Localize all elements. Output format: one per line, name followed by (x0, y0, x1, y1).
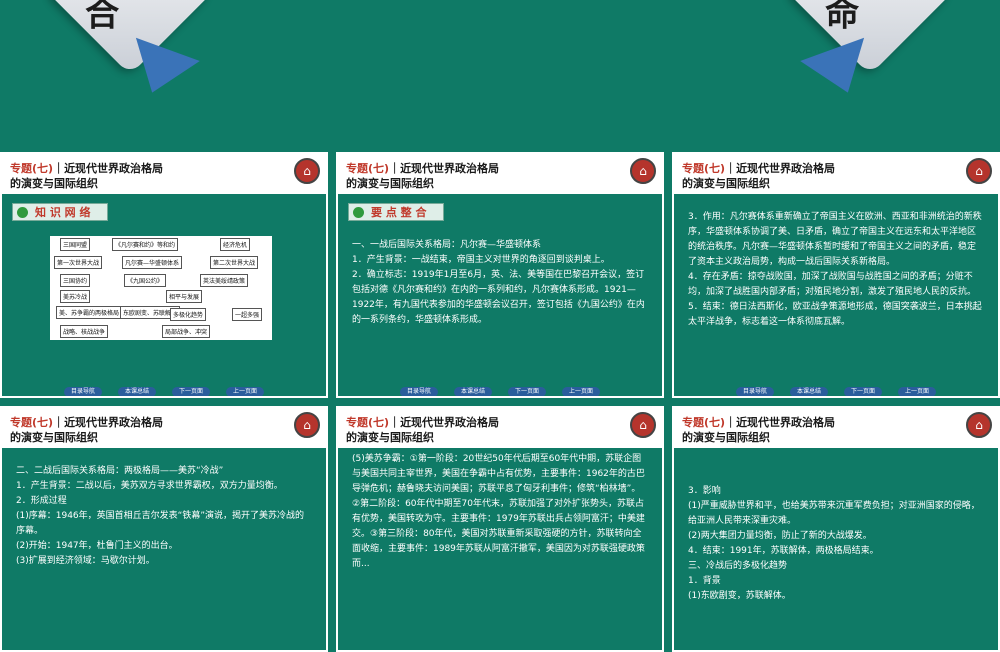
diagram-box: 凡尔赛—华盛顿体系 (122, 256, 183, 269)
left-arrow-icon (120, 37, 200, 105)
nav-button[interactable]: 下一页面 (508, 387, 546, 396)
paragraph: 3．作用：凡尔赛体系重新确立了帝国主义在欧洲、西亚和非洲统治的新秩序，华盛顿体系… (688, 212, 982, 267)
slide-body: 3．影响 (1)严重威胁世界和平，也给美苏带来沉重军费负担；对亚洲国家的侵略，给… (688, 484, 984, 604)
nav-button[interactable]: 目录导航 (64, 387, 102, 396)
slide-body: (5)美苏争霸：①第一阶段：20世纪50年代后期至60年代中期，苏联企图与美国共… (352, 452, 648, 572)
slide-header: 专题(七)｜近现代世界政治格局 的演变与国际组织 ⌂ (2, 154, 326, 194)
paragraph: 5．结束：德日法西斯化，欧亚战争策源地形成，德国突袭波兰，日本挑起太平洋战争，标… (688, 302, 982, 327)
slide-header: 专题(七)｜近现代世界政治格局 的演变与国际组织 ⌂ (338, 154, 662, 194)
slide-6[interactable]: 专题(七)｜近现代世界政治格局 的演变与国际组织 ⌂ 3．影响 (1)严重威胁世… (672, 406, 1000, 652)
slide-title: 专题(七)｜近现代世界政治格局 (346, 162, 500, 175)
diagram-box: 相平与发展 (166, 290, 203, 303)
diagram-box: 三国协约 (60, 274, 91, 287)
slide-subtitle: 的演变与国际组织 (346, 177, 434, 190)
slide-2[interactable]: 专题(七)｜近现代世界政治格局 的演变与国际组织 ⌂ 要 点 整 合 一、一战后… (336, 152, 664, 398)
nav-button[interactable]: 本课总结 (790, 387, 828, 396)
diagram-box: 《凡尔赛和约》等和约 (112, 238, 179, 251)
diagram-box: 局部战争、冲突 (162, 325, 211, 338)
diagram-box: 经济危机 (220, 238, 251, 251)
nav-button[interactable]: 上一页面 (562, 387, 600, 396)
nav-button[interactable]: 上一页面 (898, 387, 936, 396)
home-icon[interactable]: ⌂ (630, 158, 656, 184)
paragraph: 2．确立标志：1919年1月至6月，英、法、美等国在巴黎召开会议，签订包括对德《… (352, 270, 645, 325)
paragraph: (2)开始：1947年，杜鲁门主义的出台。 (16, 541, 178, 551)
paragraph: 一、一战后国际关系格局：凡尔赛—华盛顿体系 (352, 240, 542, 250)
paragraph: (1)序幕：1946年，英国首相丘吉尔发表“铁幕”演说，揭开了美苏冷战的序幕。 (16, 511, 304, 536)
slide-nav: 目录导航 本课总结 下一页面 上一页面 (674, 378, 998, 396)
diagram-box: 英法美绥靖政策 (200, 274, 249, 287)
bullet-dot-icon (17, 207, 28, 218)
left-cube-glyph: 合 (85, 0, 120, 35)
paragraph: 1．产生背景：二战以后，美苏双方寻求世界霸权，双方力量均衡。 (16, 481, 283, 491)
slide-subtitle: 的演变与国际组织 (346, 431, 434, 444)
knowledge-diagram: 三国同盟 《凡尔赛和约》等和约 经济危机 第一次世界大战 凡尔赛—华盛顿体系 第… (50, 236, 272, 340)
slide-header: 专题(七)｜近现代世界政治格局 的演变与国际组织 ⌂ (674, 154, 998, 194)
slide-nav: 目录导航 本课总结 下一页面 上一页面 (338, 378, 662, 396)
paragraph: 二、二战后国际关系格局：两极格局——美苏“冷战” (16, 466, 224, 476)
slide-1[interactable]: 专题(七)｜近现代世界政治格局 的演变与国际组织 ⌂ 知 识 网 络 三国同盟 … (0, 152, 328, 398)
top-banner: 合 命 (0, 0, 1000, 152)
slide-title: 专题(七)｜近现代世界政治格局 (10, 162, 164, 175)
slide-5[interactable]: 专题(七)｜近现代世界政治格局 的演变与国际组织 ⌂ (5)美苏争霸：①第一阶段… (336, 406, 664, 652)
paragraph: (1)严重威胁世界和平，也给美苏带来沉重军费负担；对亚洲国家的侵略，给亚洲人民带… (688, 501, 980, 526)
diagram-box: 三国同盟 (60, 238, 91, 251)
home-icon[interactable]: ⌂ (630, 412, 656, 438)
section-tag: 知 识 网 络 (12, 203, 108, 221)
slide-header: 专题(七)｜近现代世界政治格局 的演变与国际组织 ⌂ (2, 408, 326, 448)
slide-4[interactable]: 专题(七)｜近现代世界政治格局 的演变与国际组织 ⌂ 二、二战后国际关系格局：两… (0, 406, 328, 652)
slide-header: 专题(七)｜近现代世界政治格局 的演变与国际组织 ⌂ (338, 408, 662, 448)
bullet-dot-icon (353, 207, 364, 218)
slide-grid: 专题(七)｜近现代世界政治格局 的演变与国际组织 ⌂ 知 识 网 络 三国同盟 … (0, 152, 1000, 652)
paragraph: 4．存在矛盾：掠夺战败国，加深了战败国与战胜国之间的矛盾；分赃不均，加深了战胜国… (688, 272, 977, 297)
paragraph: (5)美苏争霸：①第一阶段：20世纪50年代后期至60年代中期，苏联企图与美国共… (352, 454, 645, 569)
nav-button[interactable]: 本课总结 (118, 387, 156, 396)
diagram-box: 美苏冷战 (60, 290, 91, 303)
paragraph: 4．结束：1991年，苏联解体，两极格局结束。 (688, 546, 879, 556)
diagram-box: 多极化趋势 (170, 308, 207, 321)
nav-button[interactable]: 上一页面 (226, 387, 264, 396)
home-icon[interactable]: ⌂ (966, 158, 992, 184)
paragraph: 1．产生背景：一战结束，帝国主义对世界的角逐回到谈判桌上。 (352, 255, 610, 265)
slide-header: 专题(七)｜近现代世界政治格局 的演变与国际组织 ⌂ (674, 408, 998, 448)
home-icon[interactable]: ⌂ (294, 412, 320, 438)
slide-title: 专题(七)｜近现代世界政治格局 (346, 416, 500, 429)
nav-button[interactable]: 下一页面 (172, 387, 210, 396)
nav-button[interactable]: 下一页面 (844, 387, 882, 396)
slide-subtitle: 的演变与国际组织 (682, 431, 770, 444)
paragraph: (1)东欧剧变，苏联解体。 (688, 591, 791, 601)
nav-button[interactable]: 目录导航 (400, 387, 438, 396)
slide-body: 一、一战后国际关系格局：凡尔赛—华盛顿体系 1．产生背景：一战结束，帝国主义对世… (352, 238, 648, 328)
diagram-box: 一超多强 (232, 308, 263, 321)
nav-button[interactable]: 本课总结 (454, 387, 492, 396)
right-arrow-icon (800, 37, 880, 105)
slide-body: 二、二战后国际关系格局：两极格局——美苏“冷战” 1．产生背景：二战以后，美苏双… (16, 464, 312, 569)
slide-subtitle: 的演变与国际组织 (10, 431, 98, 444)
diagram-box: 第一次世界大战 (54, 256, 103, 269)
slide-nav: 目录导航 本课总结 下一页面 上一页面 (2, 378, 326, 396)
paragraph: 3．影响 (688, 486, 721, 496)
diagram-box: 第二次世界大战 (210, 256, 259, 269)
paragraph: (3)扩展到经济领域：马歇尔计划。 (16, 556, 155, 566)
slide-3[interactable]: 专题(七)｜近现代世界政治格局 的演变与国际组织 ⌂ 3．作用：凡尔赛体系重新确… (672, 152, 1000, 398)
diagram-box: 美、苏争霸的两极格局 (56, 306, 123, 319)
slide-subtitle: 的演变与国际组织 (10, 177, 98, 190)
paragraph: 2．形成过程 (16, 496, 67, 506)
paragraph: 1．背景 (688, 576, 721, 586)
paragraph: 三、冷战后的多极化趋势 (688, 561, 788, 571)
home-icon[interactable]: ⌂ (966, 412, 992, 438)
home-icon[interactable]: ⌂ (294, 158, 320, 184)
slide-subtitle: 的演变与国际组织 (682, 177, 770, 190)
nav-button[interactable]: 目录导航 (736, 387, 774, 396)
slide-title: 专题(七)｜近现代世界政治格局 (10, 416, 164, 429)
right-cube-glyph: 命 (825, 0, 860, 35)
slide-body: 3．作用：凡尔赛体系重新确立了帝国主义在欧洲、西亚和非洲统治的新秩序，华盛顿体系… (688, 210, 984, 330)
section-tag: 要 点 整 合 (348, 203, 444, 221)
diagram-box: 《九国公约》 (124, 274, 167, 287)
diagram-box: 战略、核战战争 (60, 325, 109, 338)
slide-title: 专题(七)｜近现代世界政治格局 (682, 162, 836, 175)
paragraph: (2)两大集团力量均衡，防止了新的大战爆发。 (688, 531, 872, 541)
slide-title: 专题(七)｜近现代世界政治格局 (682, 416, 836, 429)
